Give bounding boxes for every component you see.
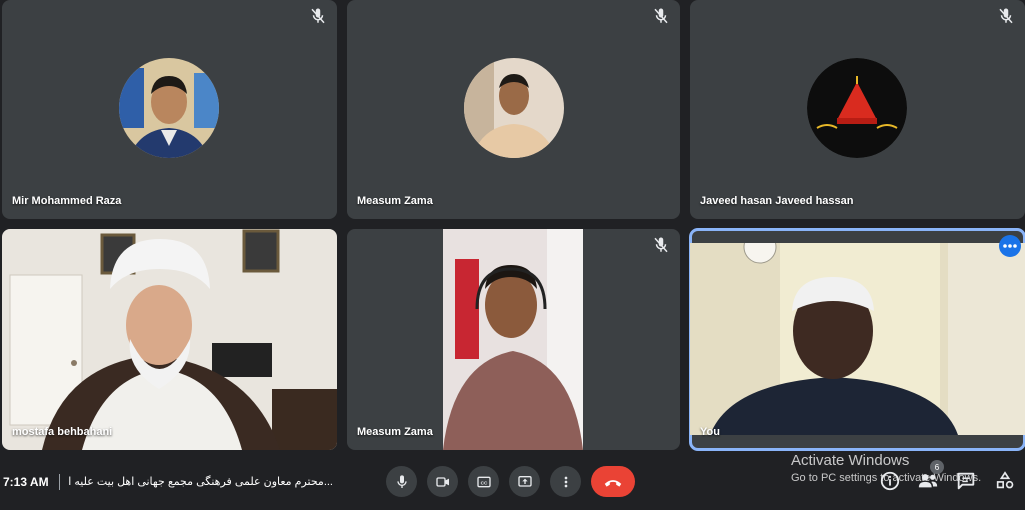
participant-tile[interactable]: Measum Zama bbox=[347, 0, 680, 219]
svg-text:CC: CC bbox=[480, 480, 487, 485]
mic-off-icon bbox=[311, 8, 325, 24]
community-logo bbox=[807, 58, 907, 158]
more-options-button[interactable] bbox=[999, 235, 1021, 257]
participant-tile[interactable]: Mir Mohammed Raza bbox=[2, 0, 337, 219]
participant-tile[interactable]: Measum Zama bbox=[347, 229, 680, 450]
more-vertical-icon bbox=[564, 476, 567, 487]
meeting-title: ...محترم معاون علمی فرهنگی مجمع جهانی اه… bbox=[68, 476, 333, 488]
participant-tile[interactable]: Javeed hasan Javeed hassan bbox=[690, 0, 1025, 219]
meeting-details-button[interactable] bbox=[879, 470, 901, 492]
divider bbox=[59, 474, 60, 490]
avatar bbox=[464, 58, 564, 158]
info-icon bbox=[880, 471, 900, 491]
avatar bbox=[119, 58, 219, 158]
chat-icon bbox=[957, 472, 975, 490]
microphone-button[interactable] bbox=[386, 466, 417, 497]
mic-icon bbox=[396, 474, 407, 488]
participant-tile[interactable]: mostafa behbahani bbox=[2, 229, 337, 450]
closed-captions-icon: CC bbox=[476, 476, 491, 487]
participant-name: Mir Mohammed Raza bbox=[12, 195, 122, 207]
present-screen-icon bbox=[517, 475, 532, 487]
activities-icon bbox=[996, 471, 1014, 489]
participant-name: mostafa behbahani bbox=[12, 426, 113, 438]
watermark-title: Activate Windows bbox=[791, 452, 910, 469]
hang-up-icon bbox=[604, 479, 622, 487]
mic-off-icon bbox=[654, 237, 668, 253]
mic-off-icon bbox=[654, 8, 668, 24]
participant-video bbox=[2, 229, 337, 450]
participant-video bbox=[690, 243, 1025, 435]
more-horizontal-icon bbox=[1003, 244, 1017, 248]
camera-icon bbox=[435, 476, 449, 487]
mic-off-icon bbox=[999, 8, 1013, 24]
participant-name: Measum Zama bbox=[357, 195, 433, 207]
participant-name: You bbox=[700, 426, 720, 438]
leave-call-button[interactable] bbox=[591, 466, 635, 497]
activities-button[interactable] bbox=[994, 470, 1016, 492]
people-count-badge: 6 bbox=[930, 460, 944, 474]
participant-tile-self[interactable]: You bbox=[689, 228, 1025, 451]
chat-button[interactable] bbox=[955, 470, 977, 492]
participant-video bbox=[443, 229, 583, 450]
meeting-time: 7:13 AM bbox=[3, 475, 49, 489]
present-screen-button[interactable] bbox=[509, 466, 540, 497]
participant-name: Javeed hasan Javeed hassan bbox=[700, 195, 854, 207]
camera-button[interactable] bbox=[427, 466, 458, 497]
participant-name: Measum Zama bbox=[357, 426, 433, 438]
more-options-button[interactable] bbox=[550, 466, 581, 497]
captions-button[interactable]: CC bbox=[468, 466, 499, 497]
